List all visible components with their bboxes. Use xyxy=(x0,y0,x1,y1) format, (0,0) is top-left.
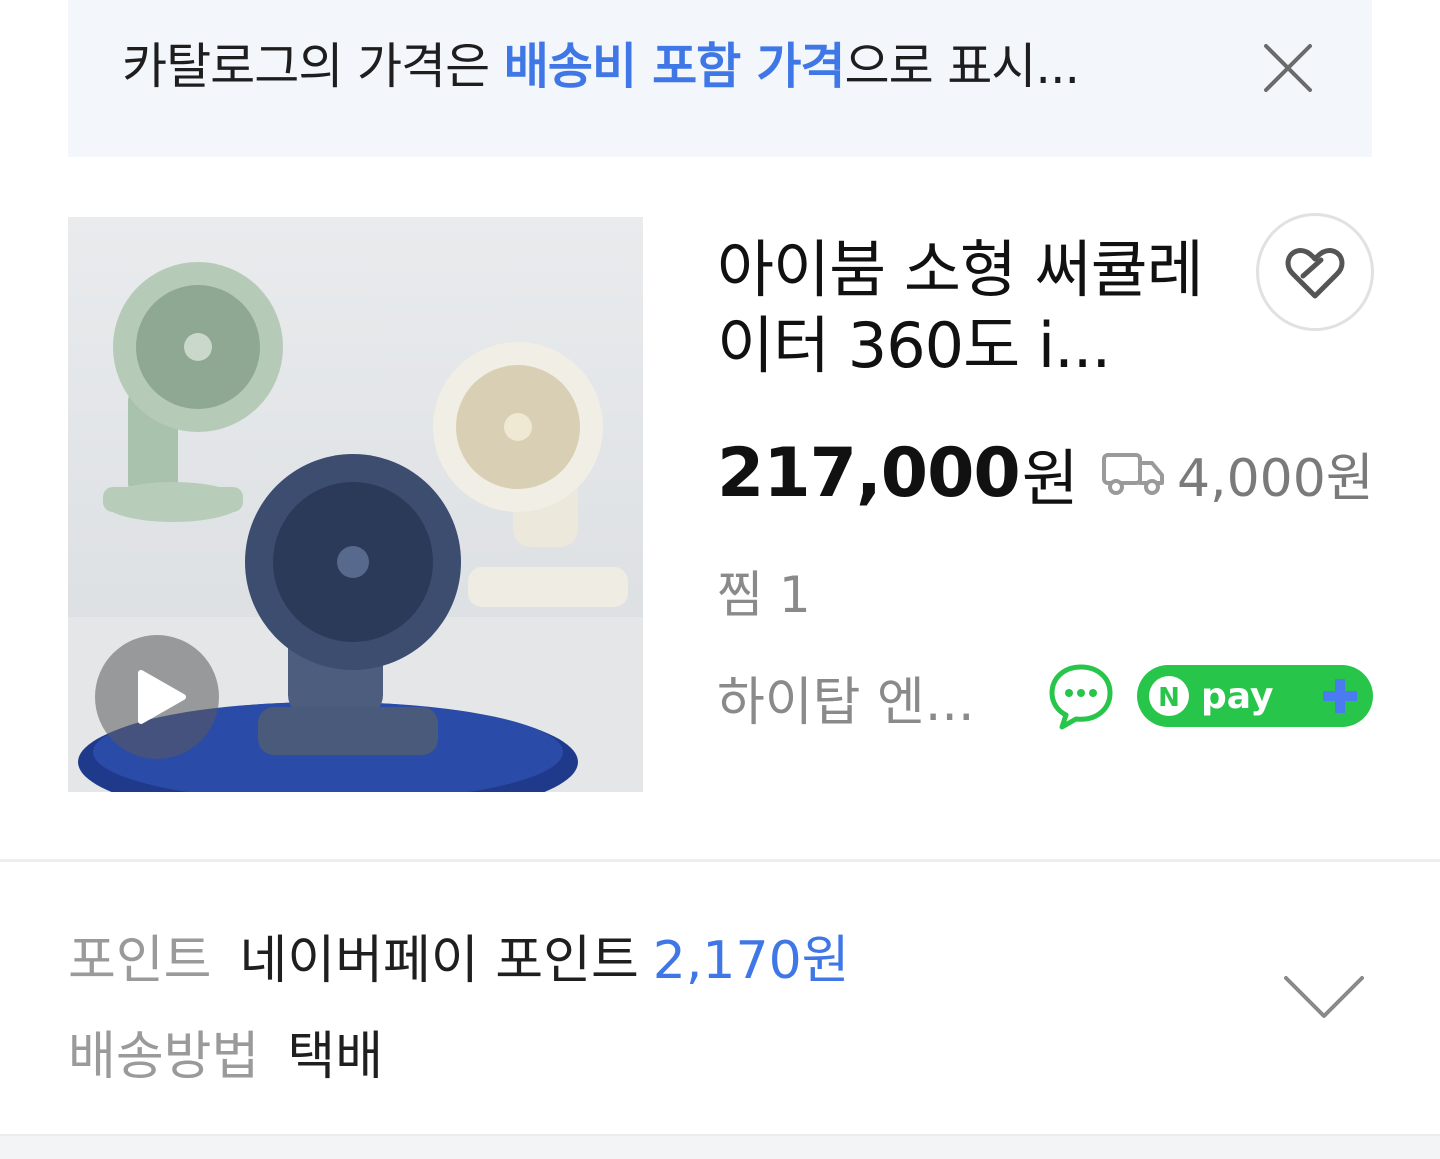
notice-highlight: 배송비 포함 가격 xyxy=(503,38,846,95)
section-divider xyxy=(0,859,1440,862)
bottom-divider xyxy=(0,1134,1440,1159)
svg-text:pay: pay xyxy=(1201,676,1273,717)
product-price: 217,000 xyxy=(717,433,1021,513)
price-unit: 원 xyxy=(1021,442,1079,515)
wish-label: 찜 xyxy=(717,566,763,624)
wish-number: 1 xyxy=(778,566,811,624)
point-row: 포인트 네이버페이 포인트 2,170원 xyxy=(68,918,850,993)
price-notice-banner: 카탈로그의 가격은 배송비 포함 가격으로 표시... xyxy=(68,0,1372,157)
close-icon[interactable] xyxy=(1260,40,1316,96)
point-amount: 2,170원 xyxy=(652,931,850,991)
play-icon[interactable] xyxy=(95,635,219,759)
point-label: 포인트 xyxy=(68,931,212,991)
chevron-down-icon[interactable] xyxy=(1282,972,1366,1024)
delivery-label: 배송방법 xyxy=(68,1027,260,1087)
notice-text-before: 카탈로그의 가격은 xyxy=(122,38,504,95)
delivery-truck-icon xyxy=(1100,445,1168,501)
price-row: 217,000원 4,000원 xyxy=(717,428,1374,516)
delivery-row: 배송방법 택배 xyxy=(68,1014,383,1089)
npay-plus-badge: N pay xyxy=(1137,665,1373,727)
notice-text: 카탈로그의 가격은 배송비 포함 가격으로 표시... xyxy=(122,36,1080,98)
seller-name[interactable]: 하이탑 엔... xyxy=(717,660,974,735)
point-value: 네이버페이 포인트 xyxy=(239,931,639,991)
delivery-value: 택배 xyxy=(287,1027,384,1087)
svg-text:N: N xyxy=(1158,683,1180,713)
talk-icon[interactable] xyxy=(1046,661,1116,731)
notice-text-after: 으로 표시... xyxy=(844,38,1080,95)
heart-icon[interactable] xyxy=(1256,213,1374,331)
wish-count: 찜 1 xyxy=(717,555,811,627)
shipping-fee: 4,000원 xyxy=(1176,448,1374,509)
product-title[interactable]: 아이붐 소형 써큘레이터 360도 i... xyxy=(717,232,1237,384)
